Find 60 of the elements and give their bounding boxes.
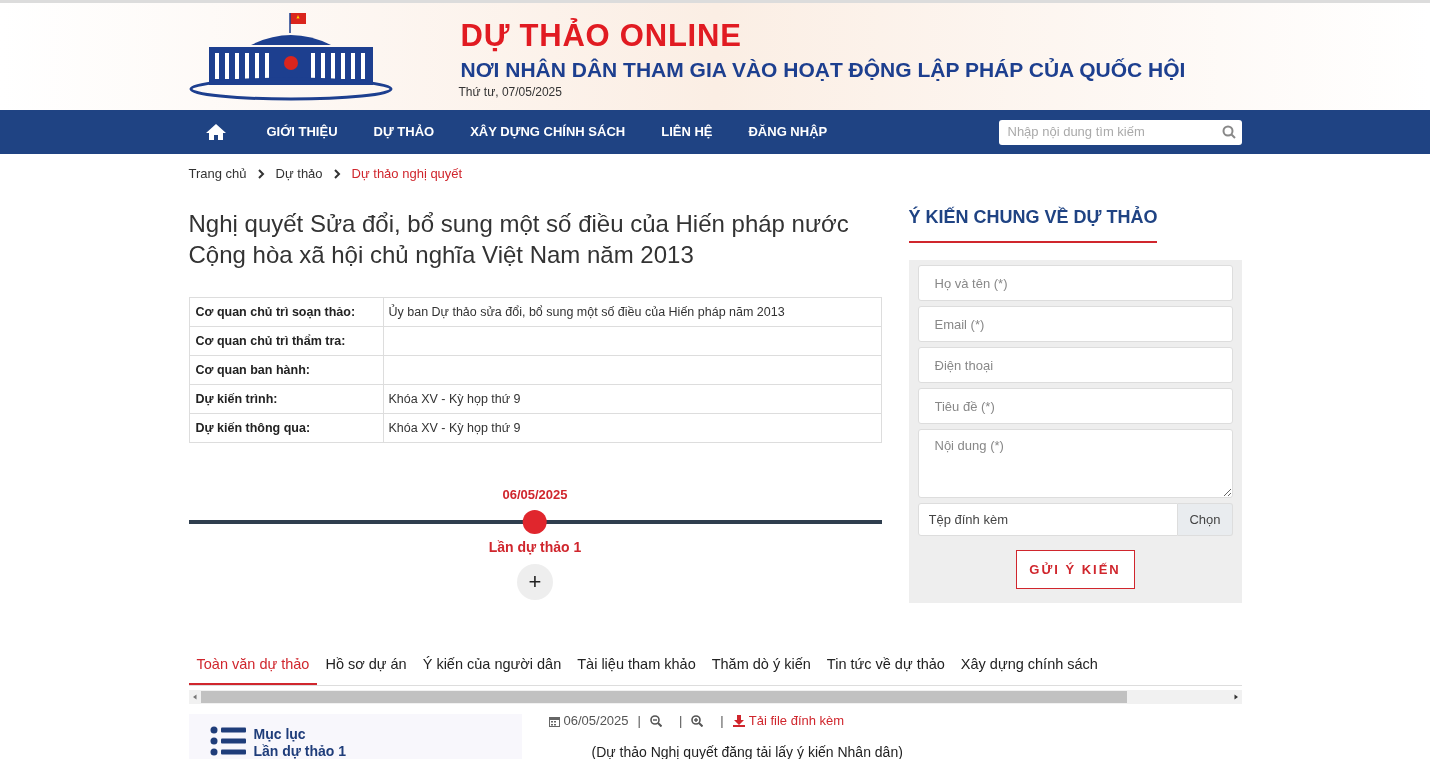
calendar-icon xyxy=(548,715,560,727)
expand-button[interactable]: + xyxy=(517,564,553,600)
choose-file-button[interactable]: Chọn xyxy=(1178,503,1233,536)
form-heading: Ý KIẾN CHUNG VỀ DỰ THẢO xyxy=(908,204,1158,243)
timeline-label[interactable]: Lần dự thảo 1 xyxy=(488,537,582,558)
breadcrumb-link[interactable]: Dự thảo xyxy=(275,164,323,184)
chevron-right-icon xyxy=(257,169,265,179)
table-value: Ủy ban Dự thảo sửa đổi, bổ sung một số điều của Hiến pháp năm 2013 xyxy=(383,297,881,327)
download-icon xyxy=(732,715,745,727)
toc-title: Mục lục xyxy=(253,726,307,743)
search-field[interactable]: Nhập nội dung tìm kiếm xyxy=(998,119,1216,145)
document-text: (Dự thảo Nghị quyết đăng tải lấy ý kiến Nhân dân) xyxy=(591,743,904,759)
tab[interactable]: Ý kiến của người dân xyxy=(414,654,570,685)
tab[interactable]: Tin tức về dự thảo xyxy=(818,654,953,685)
zoom-out-icon[interactable] xyxy=(649,715,662,727)
site-title: DỰ THẢO ONLINE xyxy=(460,19,743,53)
tab[interactable]: Hồ sơ dự án xyxy=(317,654,415,685)
current-date: Thứ tư, 07/05/2025 xyxy=(458,84,563,101)
nav-link[interactable]: XÂY DỰNG CHÍNH SÁCH xyxy=(452,110,644,154)
table-label: Cơ quan chủ trì thẩm tra: xyxy=(189,326,383,356)
text-field[interactable]: Tiêu đề (*) xyxy=(917,388,1233,424)
toc-link[interactable]: Lần dự thảo 1 xyxy=(253,743,347,759)
table-value: Khóa XV - Kỳ họp thứ 9 xyxy=(383,413,881,443)
table-label: Dự kiến thông qua: xyxy=(189,413,383,443)
attachment-field[interactable]: Tệp đính kèm xyxy=(917,503,1179,536)
home-icon[interactable] xyxy=(204,123,227,141)
text-field[interactable]: Email (*) xyxy=(917,306,1233,342)
text-field[interactable]: Điện thoại xyxy=(917,347,1233,383)
table-value: Khóa XV - Kỳ họp thứ 9 xyxy=(383,384,881,414)
document-date: 06/05/2025 xyxy=(563,712,629,731)
table-label: Cơ quan chủ trì soạn thảo: xyxy=(189,297,383,327)
content-field[interactable]: Nội dung (*) xyxy=(917,429,1233,498)
list-icon xyxy=(209,726,246,756)
breadcrumb-link[interactable]: Dự thảo nghị quyết xyxy=(351,164,463,184)
nav-link[interactable]: DỰ THẢO xyxy=(355,110,453,154)
tab[interactable]: Xây dựng chính sách xyxy=(952,654,1106,685)
nav-link[interactable]: LIÊN HỆ xyxy=(643,110,731,154)
site-tagline: NƠI NHÂN DÂN THAM GIA VÀO HOẠT ĐỘNG LẬP PHÁP CỦA QUỐC HỘI xyxy=(460,57,1186,83)
chevron-right-icon xyxy=(333,169,341,179)
separator: | xyxy=(720,712,724,731)
download-link[interactable]: Tải file đính kèm xyxy=(732,711,845,731)
timeline-marker[interactable] xyxy=(523,510,547,534)
submit-button[interactable]: GỬI Ý KIẾN xyxy=(1015,550,1135,589)
separator: | xyxy=(678,712,683,731)
nav-link[interactable]: GIỚI THIỆU xyxy=(248,110,356,154)
table-label: Cơ quan ban hành: xyxy=(189,355,383,385)
separator: | xyxy=(637,712,641,731)
search-button[interactable] xyxy=(1215,119,1242,145)
table-label: Dự kiến trình: xyxy=(189,384,383,414)
text-field[interactable]: Họ và tên (*) xyxy=(917,265,1233,301)
nav-link[interactable]: ĐĂNG NHẬP xyxy=(730,110,846,154)
page-title: Nghị quyết Sửa đổi, bổ sung một số điều của Hiến pháp nước Cộng hòa xã hội chủ nghĩa Việt Nam năm 2013 xyxy=(188,209,850,270)
horizontal-scrollbar[interactable] xyxy=(188,690,1242,704)
tab[interactable]: Tài liệu tham khảo xyxy=(569,654,704,685)
zoom-in-icon[interactable] xyxy=(691,715,704,727)
tab[interactable]: Thăm dò ý kiến xyxy=(703,654,819,685)
tab[interactable]: Toàn văn dự thảo xyxy=(188,654,318,685)
timeline-date: 06/05/2025 xyxy=(502,486,568,504)
search-icon xyxy=(1221,125,1236,139)
breadcrumb-link[interactable]: Trang chủ xyxy=(188,164,247,184)
